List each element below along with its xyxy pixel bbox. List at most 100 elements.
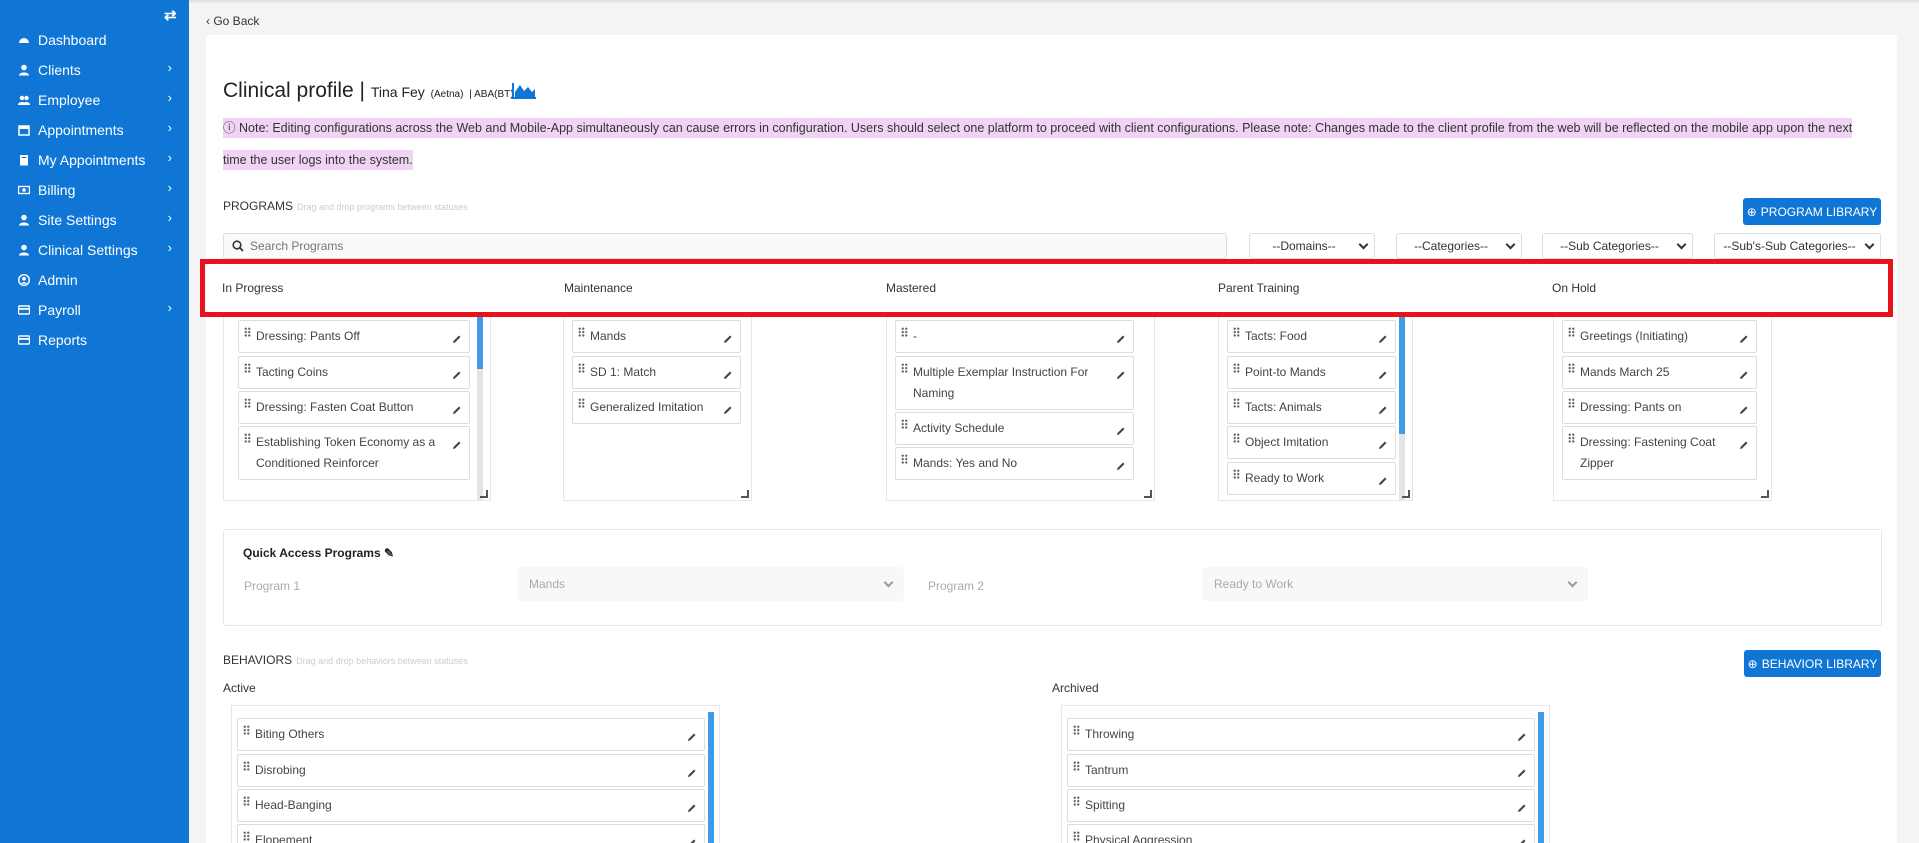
pencil-icon[interactable] [1517,764,1527,777]
drag-handle-icon[interactable] [901,327,908,337]
behavior-item[interactable]: Biting Others [237,718,705,751]
resize-handle-icon[interactable] [1402,490,1410,498]
program-item[interactable]: Dressing: Pants Off [238,320,470,353]
scrollbar-thumb[interactable] [1399,317,1405,434]
sidebar-item-admin[interactable]: Admin [0,266,189,294]
pencil-icon[interactable] [1517,728,1527,741]
pencil-icon[interactable] [723,330,733,343]
area-chart-icon[interactable] [512,82,537,99]
program-item[interactable]: Ready to Work [1227,462,1396,495]
pencil-icon[interactable] [1378,436,1388,449]
program-item[interactable]: Generalized Imitation [572,391,741,424]
behavior-item[interactable]: Head-Banging [237,789,705,822]
pencil-icon[interactable] [1116,366,1126,379]
drag-handle-icon[interactable] [1073,831,1080,841]
pencil-icon[interactable] [687,728,697,741]
pencil-icon[interactable] [723,366,733,379]
sidebar-item-payroll[interactable]: Payroll › [0,296,189,324]
drag-handle-icon[interactable] [578,327,585,337]
pencil-icon[interactable] [452,330,462,343]
program-item[interactable]: Mands: Yes and No [895,447,1134,480]
program-item[interactable]: Greetings (Initiating) [1562,320,1757,353]
program-item[interactable]: Dressing: Fastening Coat Zipper [1562,426,1757,480]
pencil-icon[interactable] [1378,401,1388,414]
drag-handle-icon[interactable] [901,419,908,429]
drag-handle-icon[interactable] [244,363,251,373]
drag-handle-icon[interactable] [1233,398,1240,408]
drag-handle-icon[interactable] [243,761,250,771]
drag-handle-icon[interactable] [1233,433,1240,443]
drag-handle-icon[interactable] [1073,796,1080,806]
sidebar-item-site-settings[interactable]: Site Settings › [0,206,189,234]
pencil-icon[interactable] [452,401,462,414]
program-item[interactable]: Dressing: Fasten Coat Button [238,391,470,424]
filter-select-2[interactable]: --Categories-- [1396,233,1522,259]
behavior-item[interactable]: Disrobing [237,754,705,787]
program-item[interactable]: - [895,320,1134,353]
sidebar-item-employee[interactable]: Employee › [0,86,189,114]
search-programs-input[interactable] [250,239,1200,253]
drag-handle-icon[interactable] [578,398,585,408]
behavior-item[interactable]: Physical Aggression [1067,824,1535,843]
program-item[interactable]: Point-to Mands [1227,356,1396,389]
pencil-icon[interactable] [1739,330,1749,343]
program-library-button[interactable]: ⊕ PROGRAM LIBRARY [1743,198,1881,225]
pencil-icon[interactable] [1517,799,1527,812]
pencil-icon[interactable] [1116,422,1126,435]
behavior-item[interactable]: Elopement [237,824,705,843]
drag-handle-icon[interactable] [244,433,251,443]
pencil-icon[interactable] [1378,472,1388,485]
drag-handle-icon[interactable] [1233,469,1240,479]
scrollbar-thumb[interactable] [1538,712,1544,843]
program-item[interactable]: Multiple Exemplar Instruction For Naming [895,356,1134,410]
program-item[interactable]: Activity Schedule [895,412,1134,445]
pencil-icon[interactable] [723,401,733,414]
pencil-icon[interactable] [1739,401,1749,414]
behavior-item[interactable]: Throwing [1067,718,1535,751]
drag-handle-icon[interactable] [901,454,908,464]
behavior-item[interactable]: Tantrum [1067,754,1535,787]
drag-handle-icon[interactable] [1568,327,1575,337]
drag-handle-icon[interactable] [244,398,251,408]
go-back-link[interactable]: ‹ Go Back [206,14,259,28]
program-item[interactable]: Mands [572,320,741,353]
drag-handle-icon[interactable] [1568,433,1575,443]
drag-handle-icon[interactable] [578,363,585,373]
behavior-library-button[interactable]: ⊕ BEHAVIOR LIBRARY [1744,650,1881,677]
program-item[interactable]: Tacting Coins [238,356,470,389]
drag-handle-icon[interactable] [243,725,250,735]
behavior-item[interactable]: Spitting [1067,789,1535,822]
pencil-icon[interactable] [687,764,697,777]
program-item[interactable]: Tacts: Food [1227,320,1396,353]
drag-handle-icon[interactable] [901,363,908,373]
sidebar-item-appointments[interactable]: Appointments › [0,116,189,144]
scrollbar-thumb[interactable] [477,317,483,369]
drag-handle-icon[interactable] [1073,725,1080,735]
sidebar-item-reports[interactable]: Reports [0,326,189,354]
pencil-icon[interactable] [1116,457,1126,470]
filter-select-1[interactable]: --Domains-- [1249,233,1375,259]
filter-select-4[interactable]: --Sub's-Sub Categories-- [1714,233,1881,259]
resize-handle-icon[interactable] [1761,490,1769,498]
pencil-icon[interactable] [1378,366,1388,379]
filter-select-3[interactable]: --Sub Categories-- [1542,233,1693,259]
drag-handle-icon[interactable] [1073,761,1080,771]
program-item[interactable]: Establishing Token Economy as a Conditio… [238,426,470,480]
menu-toggle-icon[interactable]: ⇄ [164,6,177,24]
drag-handle-icon[interactable] [1233,363,1240,373]
resize-handle-icon[interactable] [1144,490,1152,498]
program-item[interactable]: SD 1: Match [572,356,741,389]
sidebar-item-billing[interactable]: Billing › [0,176,189,204]
drag-handle-icon[interactable] [1233,327,1240,337]
resize-handle-icon[interactable] [741,490,749,498]
program-item[interactable]: Object Imitation [1227,426,1396,459]
search-programs-field[interactable] [223,233,1227,259]
resize-handle-icon[interactable] [480,490,488,498]
program-item[interactable]: Tacts: Animals [1227,391,1396,424]
program2-select[interactable]: Ready to Work [1202,567,1588,601]
pencil-icon[interactable] [452,366,462,379]
pencil-icon[interactable] [1378,330,1388,343]
drag-handle-icon[interactable] [243,796,250,806]
pencil-icon[interactable]: ✎ [384,546,394,560]
sidebar-item-clinical-settings[interactable]: Clinical Settings › [0,236,189,264]
